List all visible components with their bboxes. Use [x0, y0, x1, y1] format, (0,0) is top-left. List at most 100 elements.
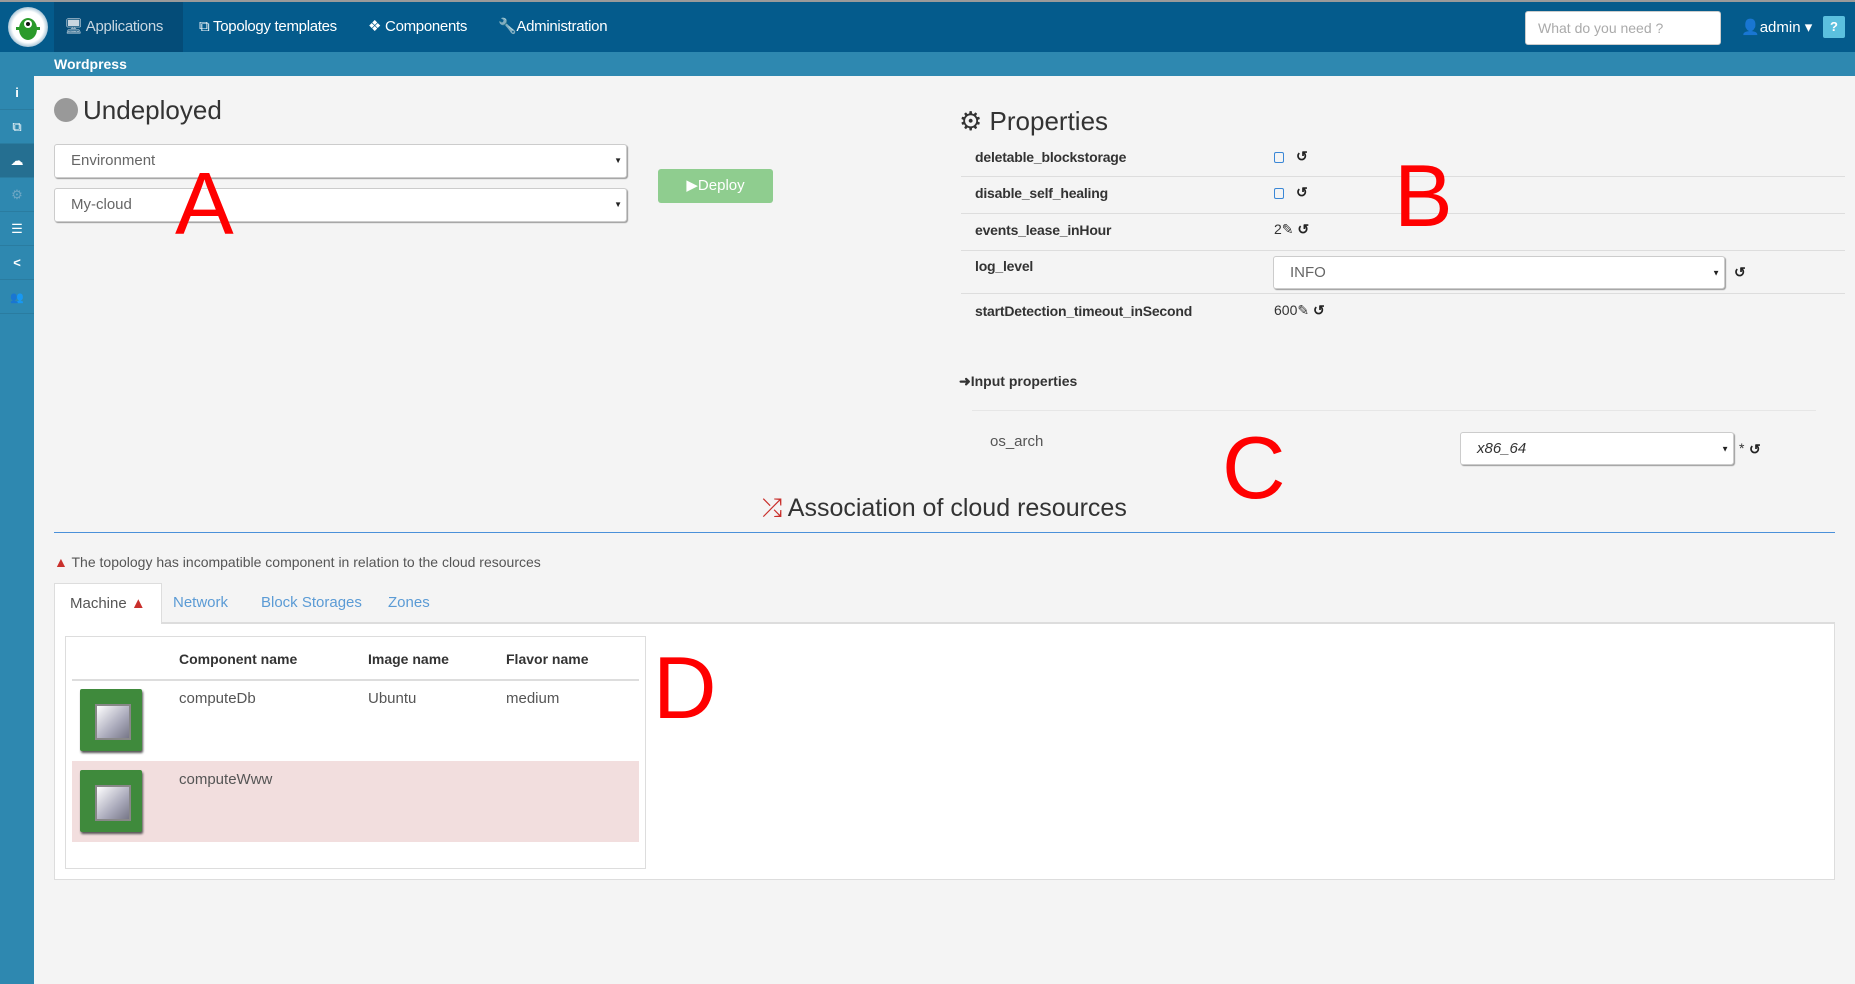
input-property-label: os_arch	[990, 433, 1044, 450]
edit-icon[interactable]: ✎	[1282, 221, 1294, 237]
sitemap-icon: ⧉	[12, 119, 22, 134]
play-icon: ▶	[686, 177, 698, 194]
log-level-value: INFO	[1290, 264, 1326, 281]
edit-icon[interactable]: ✎	[1297, 302, 1309, 318]
nav-label: Components	[385, 18, 468, 35]
divider	[972, 410, 1816, 411]
sidebar-item-versions[interactable]: ☰	[0, 212, 34, 246]
log-level-select[interactable]: INFO ▼	[1273, 256, 1725, 289]
nav-label: Topology templates	[213, 18, 337, 35]
required-marker: *	[1739, 440, 1745, 456]
user-name: admin	[1759, 19, 1801, 36]
property-value: ↺	[1274, 148, 1308, 165]
flavor-name: medium	[506, 690, 560, 707]
association-title: Association of cloud resources	[787, 494, 1127, 522]
table-row[interactable]: computeDb Ubuntu medium	[72, 681, 639, 761]
column-header: Flavor name	[506, 651, 589, 667]
tab-label: Machine	[70, 595, 127, 612]
events-lease-value[interactable]: 2	[1274, 221, 1282, 237]
caret-down-icon: ▼	[614, 156, 622, 165]
reset-icon[interactable]: ↺	[1313, 302, 1325, 319]
alien4cloud-logo[interactable]	[8, 7, 48, 47]
property-label: startDetection_timeout_inSecond	[975, 303, 1193, 319]
breadcrumb: Wordpress	[0, 52, 1855, 76]
nav-label: Applications	[85, 18, 164, 35]
properties-title: Properties	[989, 106, 1109, 136]
reset-icon[interactable]: ↺	[1749, 441, 1761, 458]
search-input[interactable]	[1525, 11, 1721, 45]
caret-down-icon: ▼	[1721, 444, 1729, 453]
nav-applications[interactable]: 🖥 Applications	[54, 2, 183, 52]
environment-value: Environment	[71, 152, 156, 169]
incompatibility-warning: ▲ The topology has incompatible componen…	[54, 554, 541, 570]
reset-icon[interactable]: ↺	[1296, 184, 1308, 201]
tab-block-storages[interactable]: Block Storages	[246, 583, 377, 623]
environment-select[interactable]: Environment ▼	[54, 144, 627, 178]
tab-label: Zones	[388, 594, 430, 611]
sidebar-item-share[interactable]: <	[0, 246, 34, 280]
gear-icon: ⚙	[959, 106, 983, 136]
sidebar-item-info[interactable]: i	[0, 76, 34, 110]
users-icon: 👥	[10, 292, 24, 304]
random-icon: ⤮	[762, 494, 783, 522]
cloud-upload-icon: ☁	[10, 153, 24, 168]
os-arch-value: x86_64	[1477, 440, 1527, 457]
reset-icon[interactable]: ↺	[1297, 221, 1309, 238]
table-row-error[interactable]: computeWww	[72, 761, 639, 842]
help-button[interactable]: ?	[1823, 16, 1845, 38]
sidebar-item-topology[interactable]: ⧉	[0, 110, 34, 144]
image-name: Ubuntu	[368, 690, 417, 707]
divider	[961, 250, 1845, 251]
sidebar-item-runtime[interactable]: ⚙	[0, 178, 34, 212]
compute-node-icon	[80, 689, 142, 751]
property-label: events_lease_inHour	[975, 222, 1112, 238]
start-detection-timeout-value[interactable]: 600	[1274, 302, 1297, 318]
property-label: log_level	[975, 258, 1034, 274]
deploy-button[interactable]: ▶Deploy	[658, 169, 773, 203]
cubes-icon: ❖	[368, 18, 382, 35]
caret-down-icon: ▼	[1712, 268, 1720, 277]
location-value: My-cloud	[71, 196, 132, 213]
sidebar-item-users[interactable]: 👥	[0, 280, 34, 314]
desktop-icon: 🖥	[64, 18, 83, 35]
user-menu[interactable]: 👤admin ▾	[1741, 2, 1812, 54]
column-header: Component name	[179, 651, 298, 667]
help-icon: ?	[1830, 19, 1838, 34]
nav-components[interactable]: ❖ Components	[358, 2, 477, 52]
gears-icon: ⚙	[11, 187, 23, 202]
tab-machine[interactable]: Machine ▲	[54, 583, 162, 624]
nav-topology-templates[interactable]: ⧉ Topology templates	[189, 2, 347, 52]
nav-administration[interactable]: 🔧Administration	[488, 2, 617, 52]
reset-icon[interactable]: ↺	[1734, 264, 1746, 281]
reset-icon[interactable]: ↺	[1296, 148, 1308, 165]
input-properties-heading: ➜Input properties	[959, 373, 1077, 390]
tab-label: Network	[173, 594, 229, 611]
deletable-blockstorage-checkbox[interactable]	[1274, 151, 1284, 163]
input-properties-title: Input properties	[970, 373, 1078, 389]
sidebar-item-deployment[interactable]: ☁	[0, 144, 34, 178]
status-indicator-icon	[54, 98, 78, 122]
component-name: computeWww	[179, 771, 273, 788]
tab-zones[interactable]: Zones	[373, 583, 445, 623]
warning-icon: ▲	[130, 595, 146, 612]
properties-heading: ⚙ Properties	[959, 106, 1108, 137]
warning-text: The topology has incompatible component …	[71, 554, 541, 570]
annotation-a: A	[175, 154, 234, 253]
server-icon: ☰	[11, 221, 23, 236]
property-label: deletable_blockstorage	[975, 149, 1127, 165]
top-navbar: 🖥 Applications ⧉ Topology templates ❖ Co…	[0, 0, 1855, 52]
caret-down-icon: ▼	[614, 200, 622, 209]
association-heading: ⤮ Association of cloud resources	[54, 494, 1835, 523]
disable-self-healing-checkbox[interactable]	[1274, 187, 1284, 199]
caret-down-icon: ▾	[1804, 19, 1813, 36]
location-select[interactable]: My-cloud ▼	[54, 188, 627, 222]
warning-icon: ▲	[54, 554, 68, 570]
annotation-b: B	[1394, 146, 1453, 245]
tab-network[interactable]: Network	[158, 583, 243, 623]
sitemap-icon: ⧉	[199, 18, 210, 35]
os-arch-select[interactable]: x86_64 ▼	[1460, 432, 1734, 465]
info-icon: i	[15, 85, 19, 100]
divider	[961, 293, 1845, 294]
sidebar: i ⧉ ☁ ⚙ ☰ < 👥	[0, 76, 34, 984]
wrench-icon: 🔧	[498, 18, 517, 35]
